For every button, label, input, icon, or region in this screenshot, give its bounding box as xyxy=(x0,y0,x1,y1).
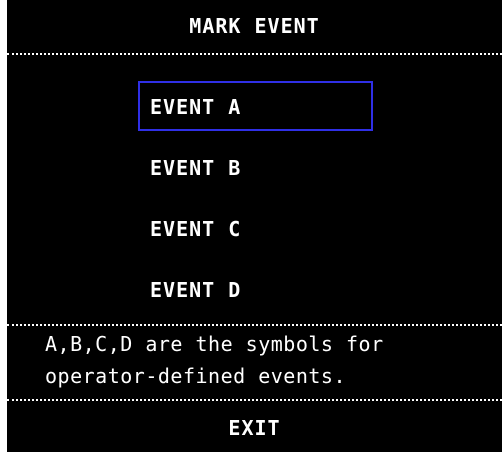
menu-item-event-c[interactable]: EVENT C xyxy=(138,203,373,253)
menu-item-event-a[interactable]: EVENT A xyxy=(138,81,373,131)
exit-button[interactable]: EXIT xyxy=(7,408,502,448)
menu-item-event-b[interactable]: EVENT B xyxy=(138,142,373,192)
mark-event-dialog: MARK EVENT EVENT A EVENT B EVENT C EVENT… xyxy=(7,0,502,452)
menu-item-event-d[interactable]: EVENT D xyxy=(138,264,373,314)
help-text: A,B,C,D are the symbols for operator-def… xyxy=(45,328,500,392)
menu-divider xyxy=(7,324,502,326)
title-divider xyxy=(7,53,502,55)
dialog-title: MARK EVENT xyxy=(189,14,320,38)
help-text-line-1: A,B,C,D are the symbols for xyxy=(45,332,384,356)
footer-divider xyxy=(7,399,502,401)
help-text-line-2: operator-defined events. xyxy=(45,364,346,388)
